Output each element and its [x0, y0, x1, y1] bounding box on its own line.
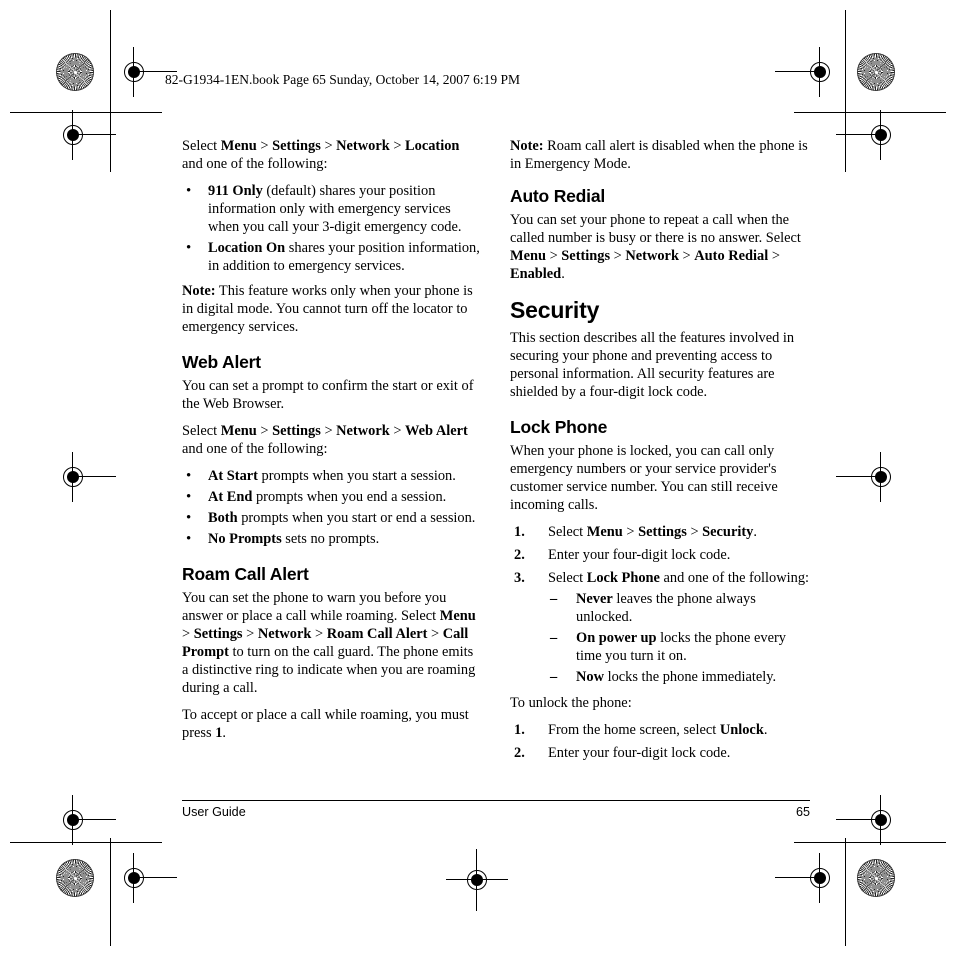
page-number: 65	[795, 805, 810, 819]
heading-roam-call-alert: Roam Call Alert	[182, 563, 309, 584]
registration-mark-upper-left	[56, 110, 116, 160]
trim-line-left-top	[110, 10, 111, 172]
trim-line-right-bottom	[845, 838, 846, 946]
roam-note: Note: Roam call alert is disabled when t…	[510, 138, 808, 172]
roam-call-alert-body-2: To accept or place a call while roaming,…	[182, 706, 469, 741]
roam-call-alert-body: You can set the phone to warn you before…	[182, 590, 476, 696]
heading-auto-redial: Auto Redial	[510, 185, 606, 206]
lock-phone-options: Never leaves the phone always unlocked. …	[548, 591, 810, 687]
trim-line-bottom-right-h	[794, 842, 946, 843]
list-item: Select Menu > Settings > Security.	[514, 523, 757, 542]
page-footer: User Guide 65	[182, 800, 810, 819]
web-alert-intro: You can set a prompt to confirm the star…	[182, 378, 474, 413]
list-item: Enter your four-digit lock code.	[514, 744, 731, 763]
trim-line-top-right-h	[794, 112, 946, 113]
registration-mark-bottom-left	[117, 853, 177, 903]
footer-rule	[182, 800, 810, 801]
right-column: Note: Roam call alert is disabled when t…	[510, 138, 810, 771]
web-alert-select-line: Select Menu > Settings > Network > Web A…	[182, 423, 468, 458]
printed-page: 82-G1934-1EN.book Page 65 Sunday, Octobe…	[0, 0, 954, 954]
heading-security: Security	[510, 296, 600, 323]
auto-redial-body: You can set your phone to repeat a call …	[510, 212, 801, 282]
registration-mark-mid-left	[56, 452, 116, 502]
footer-label: User Guide	[182, 805, 246, 819]
step3-text: Select Lock Phone and one of the followi…	[548, 569, 810, 586]
rosette-mark-top-left	[56, 53, 94, 91]
trim-line-bottom-left-h	[10, 842, 162, 843]
list-item: Enter your four-digit lock code.	[514, 546, 731, 565]
lock-phone-steps: Select Menu > Settings > Security. Enter…	[510, 524, 810, 687]
registration-mark-top-right	[775, 47, 837, 97]
list-item: At End prompts when you end a session.	[182, 488, 482, 507]
page-content: Select Menu > Settings > Network > Locat…	[182, 138, 810, 771]
location-bullet-list: 911 Only (default) shares your position …	[182, 182, 482, 276]
location-note: Note: This feature works only when your …	[182, 283, 473, 336]
location-intro: Select Menu > Settings > Network > Locat…	[182, 138, 460, 172]
security-body: This section describes all the features …	[510, 330, 795, 400]
rosette-mark-bottom-left	[56, 859, 94, 897]
list-item: At Start prompts when you start a sessio…	[182, 467, 482, 486]
heading-lock-phone: Lock Phone	[510, 416, 608, 437]
registration-mark-lower-right	[836, 795, 898, 845]
list-item: Never leaves the phone always unlocked.	[548, 591, 810, 627]
list-item: From the home screen, select Unlock.	[514, 722, 768, 740]
rosette-mark-bottom-right	[857, 859, 895, 897]
trim-line-right-top	[845, 10, 846, 172]
registration-mark-top-left	[117, 47, 177, 97]
lock-phone-body: When your phone is locked, you can call …	[510, 443, 778, 513]
unlock-steps: From the home screen, select Unlock. Ent…	[510, 722, 810, 763]
registration-mark-upper-right	[836, 110, 898, 160]
web-alert-bullet-list: At Start prompts when you start a sessio…	[182, 467, 482, 549]
trim-line-top-left-h	[10, 112, 162, 113]
list-item: Location On shares your position informa…	[182, 239, 482, 276]
list-item: Select Lock Phone and one of the followi…	[510, 570, 810, 688]
crop-header-text: 82-G1934-1EN.book Page 65 Sunday, Octobe…	[165, 72, 520, 87]
list-item: Both prompts when you start or end a ses…	[182, 509, 482, 528]
list-item: No Prompts sets no prompts.	[182, 530, 482, 549]
registration-mark-lower-left	[56, 795, 116, 845]
registration-mark-bottom-center	[446, 849, 508, 911]
left-column: Select Menu > Settings > Network > Locat…	[182, 138, 482, 771]
rosette-mark-top-right	[857, 53, 895, 91]
registration-mark-bottom-right	[775, 853, 837, 903]
list-item: Now locks the phone immediately.	[548, 669, 810, 687]
list-item: On power up locks the phone every time y…	[548, 630, 810, 666]
unlock-intro: To unlock the phone:	[510, 695, 632, 712]
list-item: 911 Only (default) shares your position …	[182, 182, 482, 237]
trim-line-left-bottom	[110, 838, 111, 946]
heading-web-alert: Web Alert	[182, 352, 261, 373]
registration-mark-mid-right	[836, 452, 898, 502]
